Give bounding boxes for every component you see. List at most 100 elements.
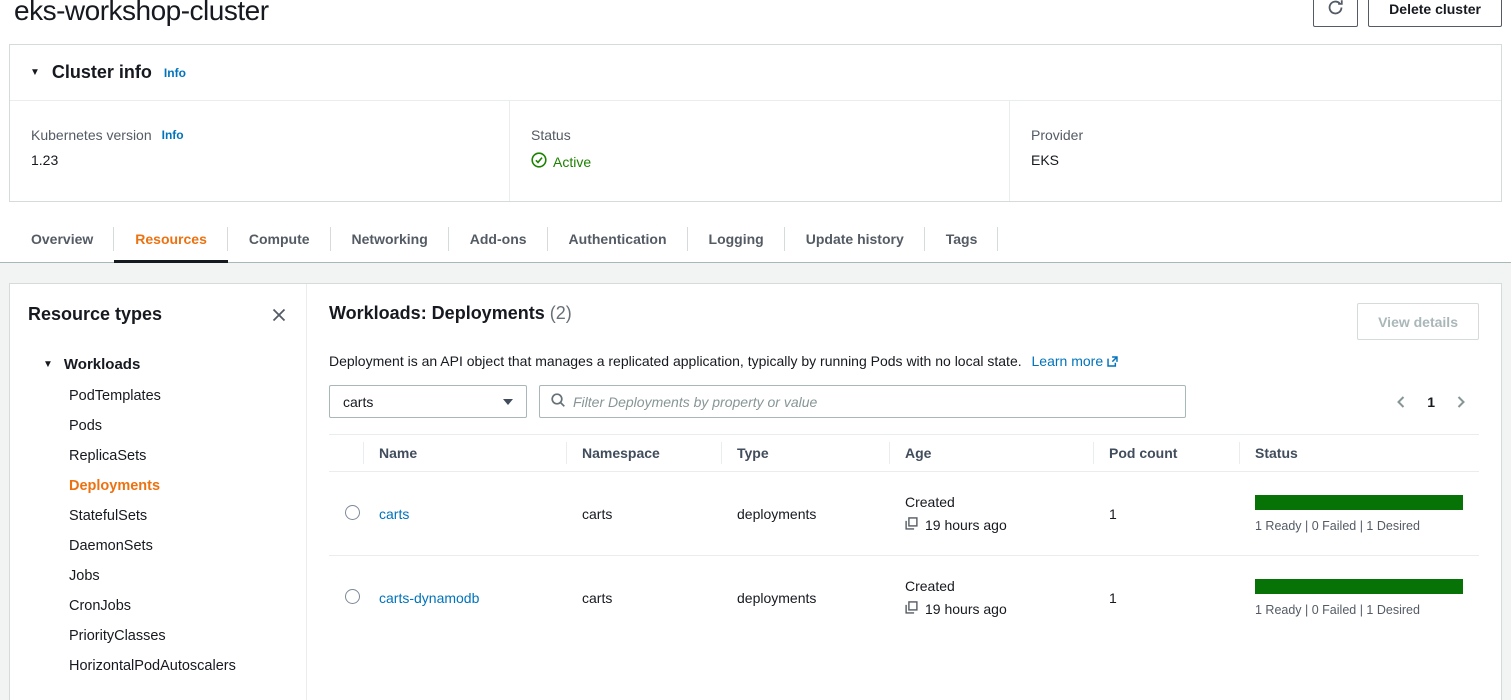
age-value: 19 hours ago	[925, 517, 1007, 533]
cluster-info-title: Cluster info	[52, 62, 152, 83]
tab-overview[interactable]: Overview	[10, 216, 114, 262]
cell-type: deployments	[721, 556, 889, 640]
cell-type: deployments	[721, 472, 889, 556]
copy-icon[interactable]	[905, 517, 918, 533]
field-label: Status	[531, 127, 988, 143]
column-header-age: Age	[889, 435, 1093, 472]
cluster-info-info-link[interactable]: Info	[164, 66, 186, 80]
sidebar-item-priorityclasses[interactable]: PriorityClasses	[69, 621, 288, 651]
sidebar-item-deployments[interactable]: Deployments	[69, 471, 288, 501]
cell-pod-count: 1	[1093, 472, 1239, 556]
filter-row: carts 1	[329, 385, 1479, 418]
field-label: Kubernetes version Info	[31, 127, 488, 143]
sidebar-item-pods[interactable]: Pods	[69, 411, 288, 441]
cell-pod-count: 1	[1093, 556, 1239, 640]
tab-compute[interactable]: Compute	[228, 216, 331, 262]
cell-status: 1 Ready | 0 Failed | 1 Desired	[1239, 556, 1479, 640]
field-label: Provider	[1031, 127, 1480, 143]
learn-more-link[interactable]: Learn more	[1032, 353, 1120, 369]
search-box	[539, 385, 1186, 418]
page-header: eks-workshop-cluster Delete cluster	[0, 0, 1511, 30]
cluster-info-card: ▼ Cluster info Info Kubernetes version I…	[9, 44, 1502, 202]
resource-tree: ▼ Workloads PodTemplates Pods ReplicaSet…	[28, 351, 288, 681]
row-radio-button[interactable]	[345, 589, 360, 604]
status-label: 1 Ready | 0 Failed | 1 Desired	[1255, 603, 1463, 617]
tab-resources[interactable]: Resources	[114, 216, 228, 262]
status-badge: Active	[531, 152, 988, 171]
tab-tags[interactable]: Tags	[925, 216, 999, 262]
provider-value: EKS	[1031, 152, 1480, 168]
delete-cluster-button[interactable]: Delete cluster	[1368, 0, 1502, 27]
table-header-row: Name Namespace Type Age Pod count Status	[329, 435, 1479, 472]
cell-age: Created 19 hours ago	[889, 556, 1093, 640]
kubernetes-version-info-link[interactable]: Info	[162, 128, 184, 142]
table-row: carts carts deployments Created 19 hours…	[329, 472, 1479, 556]
tree-group-workloads[interactable]: ▼ Workloads	[28, 351, 288, 379]
cell-namespace: carts	[566, 472, 721, 556]
row-radio-button[interactable]	[345, 505, 360, 520]
panel-description: Deployment is an API object that manages…	[329, 353, 1479, 371]
external-link-icon	[1106, 355, 1119, 371]
page-top-band: eks-workshop-cluster Delete cluster ▼ Cl…	[0, 0, 1511, 263]
sidebar-item-horizontalpodautoscalers[interactable]: HorizontalPodAutoscalers	[69, 651, 288, 681]
field-status: Status Active	[510, 101, 1010, 201]
tab-update-history[interactable]: Update history	[785, 216, 925, 262]
status-bar	[1255, 495, 1463, 510]
tab-logging[interactable]: Logging	[688, 216, 785, 262]
page-title: eks-workshop-cluster	[14, 0, 1497, 26]
deployments-table: Name Namespace Type Age Pod count Status…	[329, 434, 1479, 640]
age-created-label: Created	[905, 494, 1077, 510]
close-icon[interactable]	[270, 306, 288, 324]
result-count: (2)	[550, 303, 572, 323]
refresh-icon	[1327, 0, 1344, 19]
sidebar-item-cronjobs[interactable]: CronJobs	[69, 591, 288, 621]
check-circle-icon	[531, 152, 547, 171]
sidebar-item-statefulsets[interactable]: StatefulSets	[69, 501, 288, 531]
resource-types-sidebar: Resource types ▼ Workloads PodTemplates …	[10, 284, 307, 700]
tab-networking[interactable]: Networking	[331, 216, 449, 262]
sidebar-title: Resource types	[28, 304, 162, 325]
status-label: 1 Ready | 0 Failed | 1 Desired	[1255, 519, 1463, 533]
age-value: 19 hours ago	[925, 601, 1007, 617]
tabs-bar: Overview Resources Compute Networking Ad…	[0, 216, 1511, 263]
sidebar-item-replicasets[interactable]: ReplicaSets	[69, 441, 288, 471]
header-actions: Delete cluster	[1313, 0, 1502, 27]
sidebar-item-jobs[interactable]: Jobs	[69, 561, 288, 591]
current-page[interactable]: 1	[1427, 394, 1435, 410]
refresh-button[interactable]	[1313, 0, 1358, 27]
cell-namespace: carts	[566, 556, 721, 640]
column-header-pod-count: Pod count	[1093, 435, 1239, 472]
sidebar-item-daemonsets[interactable]: DaemonSets	[69, 531, 288, 561]
cell-status: 1 Ready | 0 Failed | 1 Desired	[1239, 472, 1479, 556]
deployment-name-link[interactable]: carts	[379, 506, 409, 522]
view-details-button[interactable]: View details	[1357, 303, 1479, 340]
filter-dropdown-value: carts	[343, 394, 373, 410]
age-created-label: Created	[905, 578, 1077, 594]
panel-title: Workloads: Deployments (2)	[329, 303, 572, 324]
chevron-down-icon: ▼	[43, 351, 53, 379]
chevron-down-icon	[503, 399, 513, 405]
status-bar	[1255, 579, 1463, 594]
column-header-name: Name	[363, 435, 566, 472]
field-provider: Provider EKS	[1010, 101, 1501, 201]
next-page-icon[interactable]	[1455, 395, 1467, 409]
search-icon	[550, 392, 566, 411]
filter-dropdown[interactable]: carts	[329, 385, 527, 418]
tab-add-ons[interactable]: Add-ons	[449, 216, 548, 262]
search-input[interactable]	[573, 394, 1175, 410]
column-header-status: Status	[1239, 435, 1479, 472]
previous-page-icon[interactable]	[1395, 395, 1407, 409]
cluster-info-body: Kubernetes version Info 1.23 Status Acti…	[10, 101, 1501, 201]
pagination: 1	[1395, 394, 1479, 410]
tab-authentication[interactable]: Authentication	[548, 216, 688, 262]
content-area: Resource types ▼ Workloads PodTemplates …	[0, 263, 1511, 700]
field-kubernetes-version: Kubernetes version Info 1.23	[10, 101, 510, 201]
chevron-down-icon: ▼	[30, 67, 40, 78]
cluster-info-header[interactable]: ▼ Cluster info Info	[10, 45, 1501, 101]
sidebar-item-podtemplates[interactable]: PodTemplates	[69, 381, 288, 411]
table-row: carts-dynamodb carts deployments Created…	[329, 556, 1479, 640]
deployment-name-link[interactable]: carts-dynamodb	[379, 590, 479, 606]
copy-icon[interactable]	[905, 601, 918, 617]
resources-panel: Resource types ▼ Workloads PodTemplates …	[9, 283, 1502, 700]
column-header-type: Type	[721, 435, 889, 472]
